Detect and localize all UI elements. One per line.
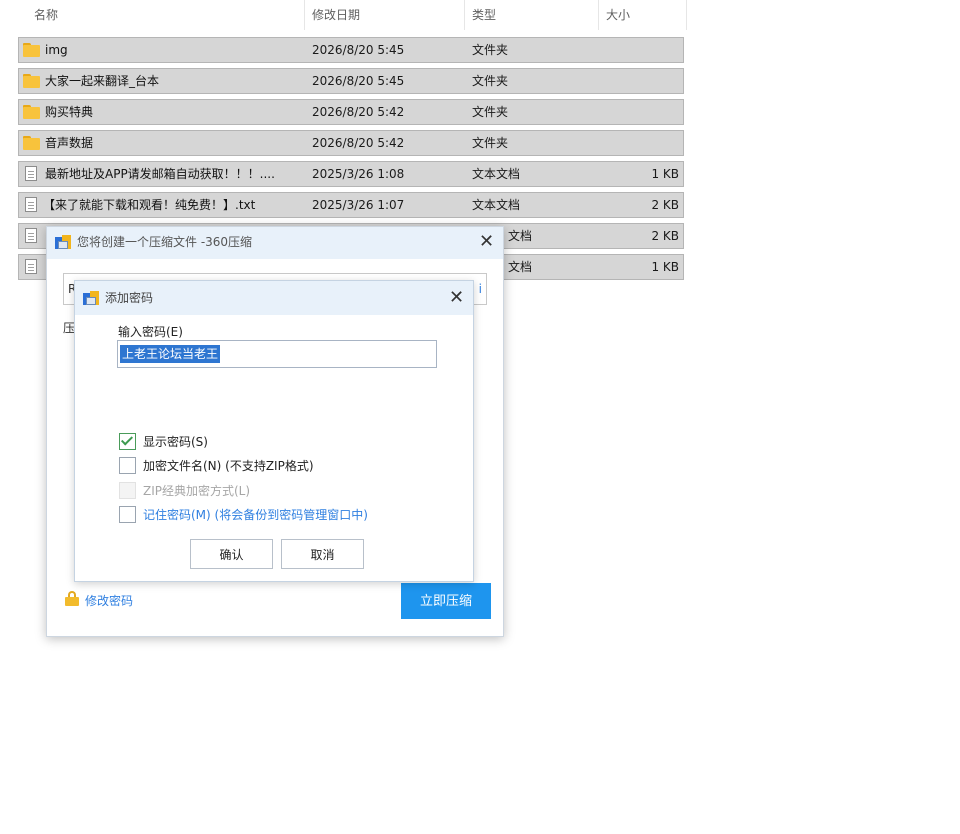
file-name: 【来了就能下载和观看！纯免费！】.txt xyxy=(43,198,256,212)
column-separator[interactable] xyxy=(464,0,465,30)
360-zip-app-icon xyxy=(83,291,99,307)
sort-ascending-icon: ^ xyxy=(160,0,169,7)
file-type: 文件夹 xyxy=(472,136,509,150)
file-type: 文本文档 xyxy=(472,167,521,181)
column-date[interactable]: 修改日期 xyxy=(306,0,464,30)
file-date: 2026/8/20 5:45 xyxy=(312,43,405,57)
file-name: img xyxy=(45,43,68,57)
column-header: 名称 ^ 修改日期 类型 大小 xyxy=(0,0,690,30)
file-row-bonus-folder[interactable]: 购买特典 2026/8/20 5:42 文件夹 xyxy=(18,99,684,125)
text-file-icon xyxy=(25,166,37,181)
show-password-label: 显示密码(S) xyxy=(143,435,208,449)
column-separator[interactable] xyxy=(304,0,305,30)
file-size: 2 KB xyxy=(651,198,679,212)
checkmark-icon xyxy=(120,433,134,446)
ok-button[interactable]: 确认 xyxy=(190,539,273,569)
close-icon[interactable]: ✕ xyxy=(479,233,494,251)
remember-password-label: 记住密码(M) (将会备份到密码管理窗口中) xyxy=(143,508,368,522)
checkbox-unchecked[interactable] xyxy=(119,506,136,523)
text-file-icon xyxy=(25,228,37,243)
file-type: 文档 xyxy=(508,229,533,243)
column-separator[interactable] xyxy=(686,0,687,30)
lock-icon xyxy=(65,591,79,606)
file-date: 2025/3/26 1:08 xyxy=(312,167,405,181)
password-label: 输入密码(E) xyxy=(118,325,183,339)
file-type: 文件夹 xyxy=(472,43,509,57)
file-name: 最新地址及APP请发邮箱自动获取！！！.... xyxy=(45,167,275,181)
file-name: 购买特典 xyxy=(45,105,94,119)
file-row-text-2[interactable]: 【来了就能下载和观看！纯免费！】.txt 2025/3/26 1:07 文本文档… xyxy=(18,192,684,218)
folder-icon xyxy=(23,74,40,88)
text-file-icon xyxy=(25,259,37,274)
file-date: 2026/8/20 5:42 xyxy=(312,105,405,119)
file-type: 文本文档 xyxy=(472,198,521,212)
cancel-button[interactable]: 取消 xyxy=(281,539,364,569)
folder-icon xyxy=(23,105,40,119)
compress-now-button[interactable]: 立即压缩 xyxy=(401,583,491,619)
password-input[interactable]: 上老王论坛当老王 xyxy=(117,340,437,368)
file-row-img[interactable]: img 2026/8/20 5:45 文件夹 xyxy=(18,37,684,63)
modify-password-link[interactable]: 修改密码 xyxy=(85,592,133,609)
file-date: 2026/8/20 5:42 xyxy=(312,136,405,150)
checkbox-unchecked[interactable] xyxy=(119,457,136,474)
file-size: 2 KB xyxy=(651,229,679,243)
password-value: 上老王论坛当老王 xyxy=(120,345,221,363)
checkbox-checked[interactable] xyxy=(119,433,136,450)
file-date: 2025/3/26 1:07 xyxy=(312,198,405,212)
folder-icon xyxy=(23,136,40,150)
file-name: 音声数据 xyxy=(45,136,94,150)
column-size[interactable]: 大小 xyxy=(600,0,686,30)
close-icon[interactable]: ✕ xyxy=(449,289,464,307)
column-separator[interactable] xyxy=(598,0,599,30)
column-type[interactable]: 类型 xyxy=(466,0,598,30)
add-password-title: 添加密码 xyxy=(105,291,154,305)
360-zip-app-icon xyxy=(55,235,71,251)
checkbox-disabled xyxy=(119,482,136,499)
compress-dialog-titlebar[interactable]: 您将创建一个压缩文件 -360压缩 ✕ xyxy=(47,227,503,259)
file-name: 大家一起来翻译_台本 xyxy=(45,74,160,88)
add-password-dialog: 添加密码 ✕ 输入密码(E) 上老王论坛当老王 显示密码(S) 加密文件名(N)… xyxy=(74,280,474,582)
add-password-titlebar[interactable]: 添加密码 ✕ xyxy=(75,281,473,315)
file-size: 1 KB xyxy=(651,260,679,274)
file-type: 文档 xyxy=(508,260,533,274)
file-row-text-1[interactable]: 最新地址及APP请发邮箱自动获取！！！.... 2025/3/26 1:08 文… xyxy=(18,161,684,187)
archive-path-suffix: i xyxy=(478,282,482,296)
zip-classic-encryption-label: ZIP经典加密方式(L) xyxy=(143,484,251,498)
compress-dialog-title: 您将创建一个压缩文件 -360压缩 xyxy=(77,235,253,249)
encrypt-filenames-label: 加密文件名(N) (不支持ZIP格式) xyxy=(143,459,314,473)
file-type: 文件夹 xyxy=(472,105,509,119)
folder-icon xyxy=(23,43,40,57)
file-size: 1 KB xyxy=(651,167,679,181)
file-row-audio-folder[interactable]: 音声数据 2026/8/20 5:42 文件夹 xyxy=(18,130,684,156)
text-file-icon xyxy=(25,197,37,212)
file-type: 文件夹 xyxy=(472,74,509,88)
file-row-script-folder[interactable]: 大家一起来翻译_台本 2026/8/20 5:45 文件夹 xyxy=(18,68,684,94)
file-date: 2026/8/20 5:45 xyxy=(312,74,405,88)
